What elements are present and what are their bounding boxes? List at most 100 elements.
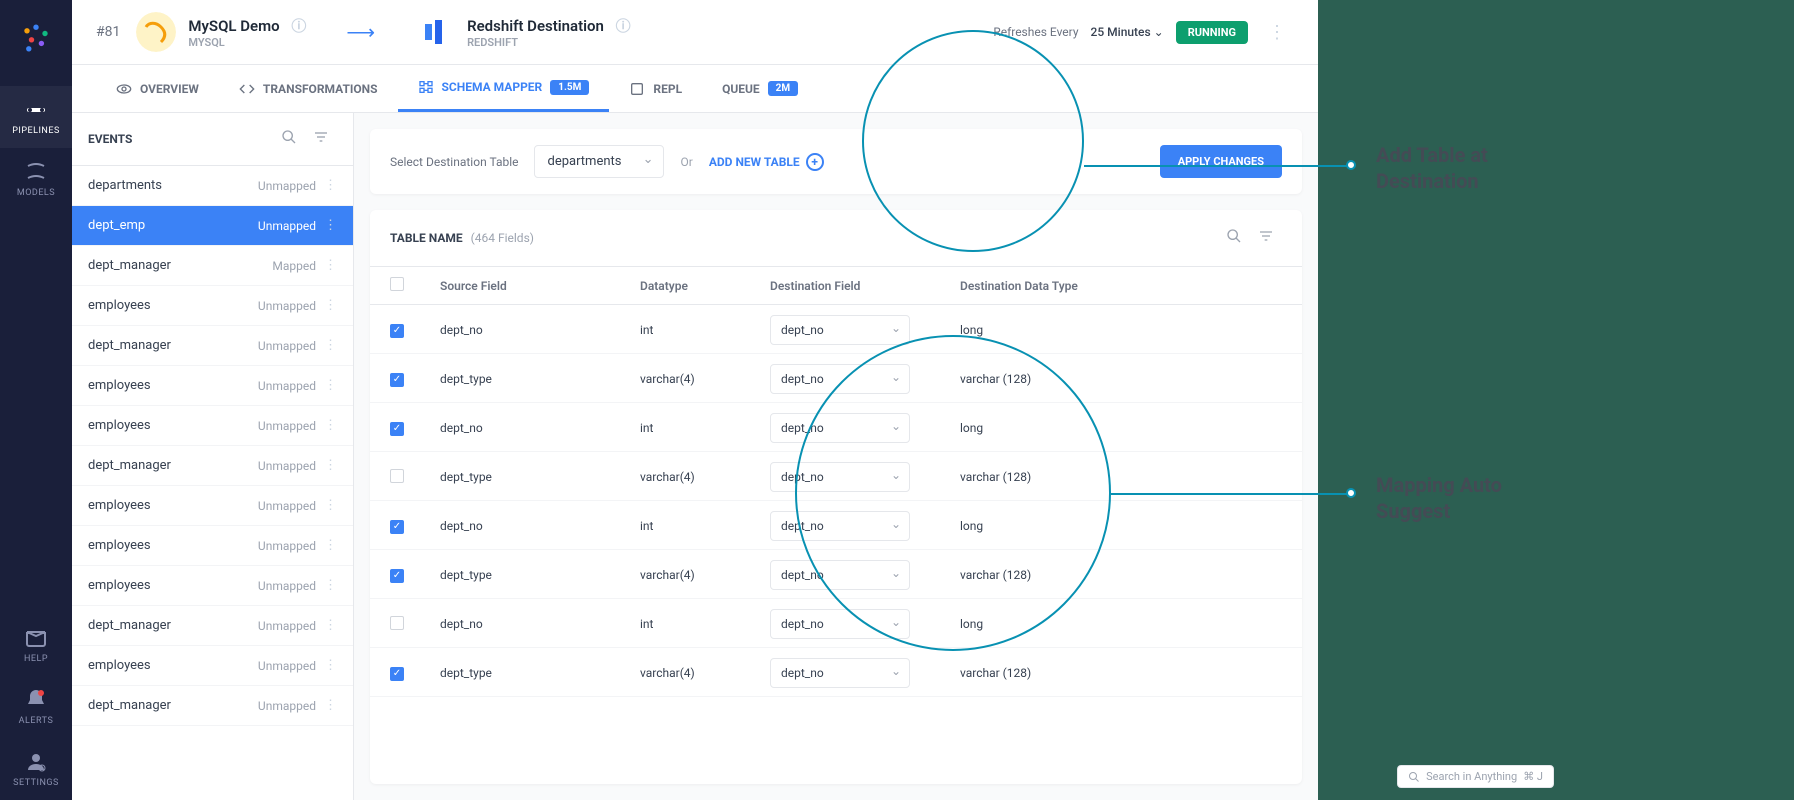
row-checkbox[interactable]: ✓: [390, 422, 404, 436]
event-status: Mapped: [272, 259, 316, 273]
nav-label: SETTINGS: [13, 778, 59, 788]
source-field: dept_type: [440, 470, 640, 484]
row-checkbox[interactable]: ✓: [390, 569, 404, 583]
tabs: OVERVIEW TRANSFORMATIONS SCHEMA MAPPER 1…: [72, 65, 1318, 113]
tab-label: QUEUE: [722, 82, 760, 96]
info-icon[interactable]: ⓘ: [291, 17, 306, 35]
event-item[interactable]: dept_managerUnmapped⋮: [72, 606, 353, 646]
dest-table-label: Select Destination Table: [390, 155, 518, 169]
event-item[interactable]: employeesUnmapped⋮: [72, 566, 353, 606]
source-field: dept_type: [440, 568, 640, 582]
table-row: ✓ dept_no int dept_no long: [370, 305, 1302, 354]
nav-alerts[interactable]: ALERTS: [0, 676, 72, 738]
refresh-dropdown[interactable]: 25 Minutes ⌄: [1091, 25, 1164, 39]
global-search[interactable]: Search in Anything ⌘ J: [1397, 765, 1554, 788]
event-menu-icon[interactable]: ⋮: [324, 338, 337, 353]
destination-field-select[interactable]: dept_no: [770, 658, 910, 688]
datatype: varchar(4): [640, 372, 770, 386]
datatype: int: [640, 519, 770, 533]
tab-label: REPL: [653, 82, 682, 96]
event-item[interactable]: dept_empUnmapped⋮: [72, 206, 353, 246]
event-menu-icon[interactable]: ⋮: [324, 418, 337, 433]
or-text: Or: [680, 155, 692, 169]
source-field: dept_no: [440, 617, 640, 631]
event-status: Unmapped: [258, 659, 316, 673]
event-name: dept_manager: [88, 458, 258, 473]
event-name: employees: [88, 578, 258, 593]
row-checkbox[interactable]: ✓: [390, 667, 404, 681]
event-item[interactable]: departmentsUnmapped⋮: [72, 166, 353, 206]
filter-icon[interactable]: [305, 125, 337, 153]
event-name: departments: [88, 178, 258, 193]
event-status: Unmapped: [258, 419, 316, 433]
dest-datatype: long: [960, 323, 1282, 337]
event-status: Unmapped: [258, 619, 316, 633]
event-menu-icon[interactable]: ⋮: [324, 378, 337, 393]
row-checkbox[interactable]: ✓: [390, 373, 404, 387]
event-menu-icon[interactable]: ⋮: [324, 458, 337, 473]
filter-icon[interactable]: [1250, 224, 1282, 252]
tab-queue[interactable]: QUEUE 2M: [702, 65, 818, 112]
annotation-add-table: Add Table at Destination: [1376, 142, 1556, 194]
event-menu-icon[interactable]: ⋮: [324, 178, 337, 193]
search-icon[interactable]: [1218, 224, 1250, 252]
event-status: Unmapped: [258, 459, 316, 473]
event-item[interactable]: employeesUnmapped⋮: [72, 366, 353, 406]
row-checkbox[interactable]: ✓: [390, 324, 404, 338]
source-field: dept_type: [440, 666, 640, 680]
apply-changes-button[interactable]: APPLY CHANGES: [1160, 145, 1282, 178]
event-name: dept_manager: [88, 698, 258, 713]
more-menu[interactable]: ⋮: [1260, 18, 1294, 47]
event-item[interactable]: dept_managerUnmapped ⋮: [72, 446, 353, 486]
event-item[interactable]: employeesUnmapped⋮: [72, 286, 353, 326]
dest-table-select[interactable]: departments: [534, 145, 664, 178]
nav-label: ALERTS: [19, 716, 54, 726]
event-menu-icon[interactable]: ⋮: [324, 218, 337, 233]
events-panel: EVENTS departmentsUnmapped⋮dept_empUnmap…: [72, 113, 354, 800]
event-item[interactable]: dept_managerUnmapped ⋮: [72, 326, 353, 366]
tab-overview[interactable]: OVERVIEW: [96, 65, 219, 112]
source-subtitle: MYSQL: [188, 36, 306, 49]
tab-transformations[interactable]: TRANSFORMATIONS: [219, 65, 398, 112]
select-all-checkbox[interactable]: [390, 277, 404, 291]
event-name: dept_manager: [88, 338, 258, 353]
dest-datatype: varchar (128): [960, 666, 1282, 680]
event-item[interactable]: employeesUnmapped⋮: [72, 406, 353, 446]
event-menu-icon[interactable]: ⋮: [324, 578, 337, 593]
info-icon[interactable]: ⓘ: [616, 17, 631, 35]
event-item[interactable]: dept_managerMapped ⋮: [72, 246, 353, 286]
event-item[interactable]: employeesUnmapped⋮: [72, 526, 353, 566]
table-name-label: TABLE NAME: [390, 231, 463, 245]
event-item[interactable]: dept_managerUnmapped⋮: [72, 686, 353, 726]
event-menu-icon[interactable]: ⋮: [324, 258, 337, 273]
event-name: dept_manager: [88, 258, 272, 273]
nav-help[interactable]: HELP: [0, 614, 72, 676]
nav-pipelines[interactable]: PIPELINES: [0, 86, 72, 148]
search-icon[interactable]: [273, 125, 305, 153]
event-item[interactable]: employeesUnmapped⋮: [72, 646, 353, 686]
datatype: varchar(4): [640, 568, 770, 582]
destination-field-select[interactable]: dept_no: [770, 315, 910, 345]
source-field: dept_no: [440, 519, 640, 533]
tab-schema-mapper[interactable]: SCHEMA MAPPER 1.5M: [398, 65, 610, 112]
tab-label: TRANSFORMATIONS: [263, 82, 378, 96]
nav-models[interactable]: MODELS: [0, 148, 72, 210]
event-status: Unmapped: [258, 339, 316, 353]
tab-replay[interactable]: REPL: [609, 65, 702, 112]
datatype: varchar(4): [640, 470, 770, 484]
row-checkbox[interactable]: ✓: [390, 520, 404, 534]
row-checkbox[interactable]: [390, 616, 404, 630]
event-item[interactable]: employeesUnmapped⋮: [72, 486, 353, 526]
row-checkbox[interactable]: [390, 469, 404, 483]
nav-settings[interactable]: SETTINGS: [0, 738, 72, 800]
event-menu-icon[interactable]: ⋮: [324, 658, 337, 673]
search-icon: [1408, 771, 1420, 783]
event-menu-icon[interactable]: ⋮: [324, 538, 337, 553]
event-menu-icon[interactable]: ⋮: [324, 498, 337, 513]
event-menu-icon[interactable]: ⋮: [324, 298, 337, 313]
app-logo: [18, 20, 54, 56]
add-new-table-button[interactable]: ADD NEW TABLE +: [709, 153, 824, 171]
event-menu-icon[interactable]: ⋮: [324, 698, 337, 713]
event-menu-icon[interactable]: ⋮: [324, 618, 337, 633]
datatype: int: [640, 421, 770, 435]
